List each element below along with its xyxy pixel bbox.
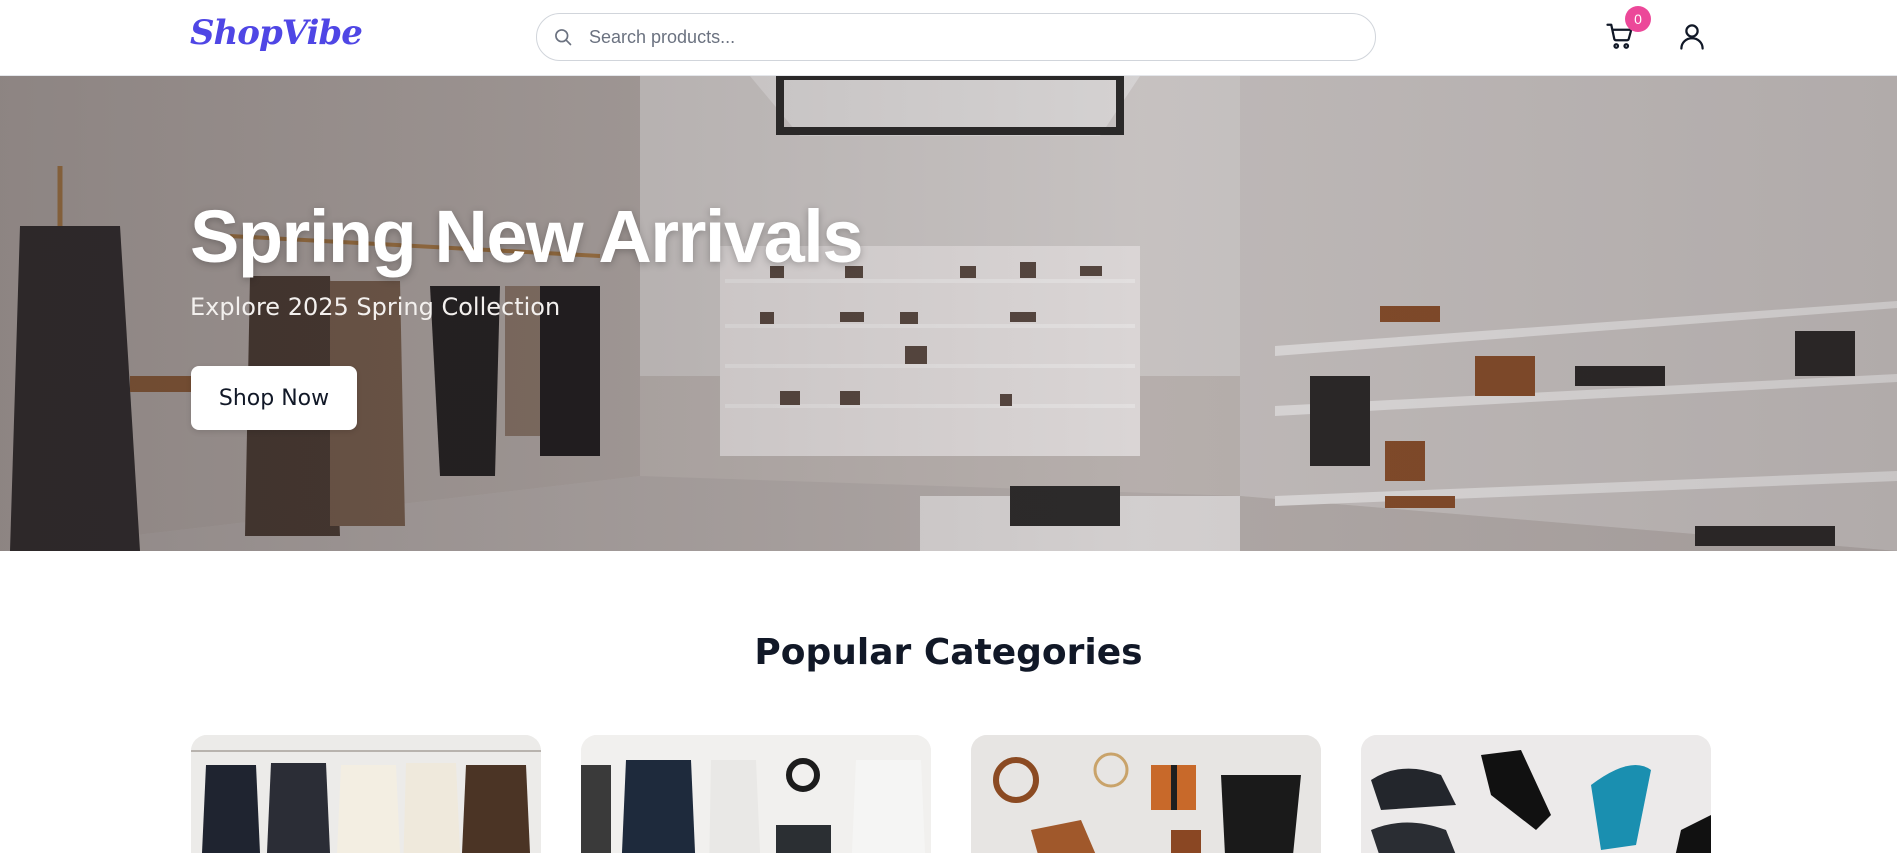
shop-now-button[interactable]: Shop Now — [191, 366, 357, 430]
search-input[interactable] — [589, 26, 1349, 48]
search-bar[interactable] — [536, 13, 1376, 61]
cart-count-badge: 0 — [1625, 6, 1651, 32]
shopvibe-logo[interactable]: ShopVibe — [190, 13, 363, 53]
top-header: ShopVibe 0 — [0, 0, 1897, 76]
popular-categories-heading: Popular Categories — [754, 632, 1143, 673]
category-card-menswear[interactable] — [581, 735, 931, 853]
user-icon[interactable] — [1677, 21, 1707, 51]
hero-title: Spring New Arrivals — [190, 195, 863, 278]
menswear-image — [581, 735, 931, 853]
hero-banner: Spring New Arrivals Explore 2025 Spring … — [0, 76, 1897, 551]
hero-subtitle: Explore 2025 Spring Collection — [190, 293, 561, 321]
accessories-image — [971, 735, 1321, 853]
shoes-image — [1361, 735, 1711, 853]
category-card-accessories[interactable] — [971, 735, 1321, 853]
category-card-shoes[interactable] — [1361, 735, 1711, 853]
search-icon — [555, 29, 572, 46]
category-cards — [191, 735, 1711, 853]
dresses-image — [191, 735, 541, 853]
category-card-dresses[interactable] — [191, 735, 541, 853]
